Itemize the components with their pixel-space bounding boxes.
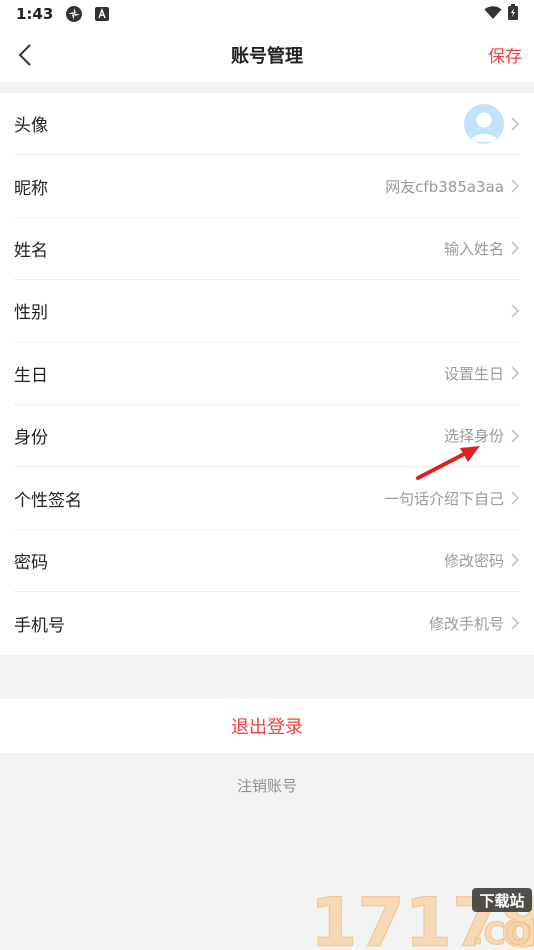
- setting-label: 密码: [14, 552, 48, 573]
- wifi-icon: [484, 5, 502, 24]
- nav-header: 账号管理 保存: [0, 28, 534, 82]
- battery-icon: [508, 4, 518, 24]
- setting-row-gender[interactable]: 性别: [14, 280, 520, 343]
- setting-label: 昵称: [14, 178, 48, 199]
- setting-row-password[interactable]: 密码 修改密码: [14, 530, 520, 593]
- chevron-right-icon: [510, 178, 520, 194]
- font-notification-icon: [95, 7, 110, 21]
- setting-value: 输入姓名: [443, 239, 504, 258]
- account-management-screen: 1:43 账号管理 保存 头像 昵称 网友cfb385a3aa 姓名 输入姓名 …: [0, 0, 534, 950]
- avatar[interactable]: [464, 103, 504, 144]
- chevron-right-icon: [510, 490, 520, 506]
- setting-value: 修改手机号: [428, 614, 504, 633]
- setting-label: 手机号: [14, 615, 65, 636]
- chevron-right-icon: [510, 116, 520, 132]
- setting-row-nickname[interactable]: 昵称 网友cfb385a3aa: [14, 155, 520, 218]
- logout-button[interactable]: 退出登录: [0, 699, 534, 753]
- chevron-left-icon: [18, 44, 31, 66]
- save-button[interactable]: 保存: [488, 42, 522, 67]
- back-button[interactable]: [8, 38, 42, 72]
- status-right-group: [484, 4, 518, 24]
- status-time: 1:43: [16, 5, 54, 23]
- chevron-right-icon: [510, 240, 520, 256]
- chevron-right-icon: [510, 552, 520, 568]
- setting-value: 一句话介绍下自己: [383, 489, 504, 508]
- chevron-right-icon: [510, 428, 520, 444]
- setting-label: 生日: [14, 365, 48, 386]
- setting-value: 修改密码: [443, 551, 504, 570]
- setting-label: 个性签名: [14, 490, 82, 511]
- settings-list: 头像 昵称 网友cfb385a3aa 姓名 输入姓名 性别 生日 设置生日 身份…: [0, 93, 534, 655]
- setting-label: 性别: [14, 303, 48, 324]
- chevron-right-icon: [510, 365, 520, 381]
- setting-value: 网友cfb385a3aa: [385, 177, 504, 196]
- user-icon: [470, 112, 498, 142]
- page-title: 账号管理: [231, 46, 303, 67]
- setting-row-avatar[interactable]: 头像: [14, 93, 520, 156]
- setting-label: 头像: [14, 116, 48, 137]
- annotation-arrow-icon: [416, 446, 480, 480]
- watermark-domain: .COM: [472, 917, 534, 950]
- watermark-badge: 下载站: [479, 892, 524, 910]
- chevron-right-icon: [510, 303, 520, 319]
- app-notification-icon: [65, 5, 83, 23]
- status-bar: 1:43: [0, 0, 534, 28]
- setting-label: 身份: [14, 428, 48, 449]
- watermark-logo-icon: 17178 下载站 .COM: [310, 884, 534, 950]
- setting-row-birthday[interactable]: 生日 设置生日: [14, 343, 520, 405]
- cancel-account-link[interactable]: 注销账号: [0, 775, 534, 796]
- setting-value: 设置生日: [443, 364, 504, 383]
- chevron-right-icon: [510, 615, 520, 631]
- setting-row-name[interactable]: 姓名 输入姓名: [14, 218, 520, 281]
- setting-row-phone[interactable]: 手机号 修改手机号: [14, 592, 520, 654]
- setting-label: 姓名: [14, 240, 48, 261]
